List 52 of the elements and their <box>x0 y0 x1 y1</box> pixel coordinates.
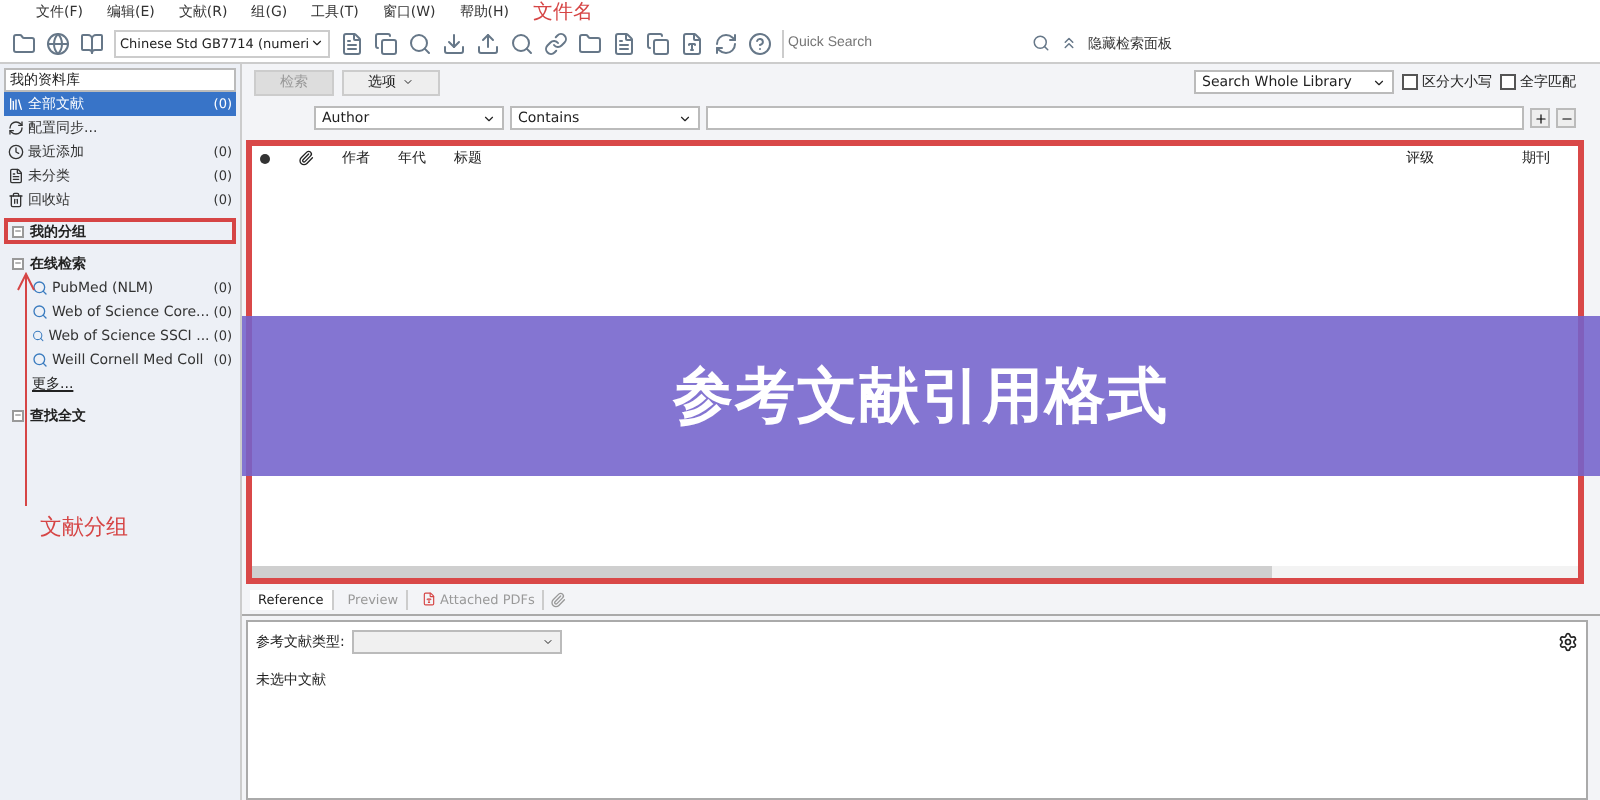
folder-icon[interactable] <box>578 31 602 55</box>
collapse-icon[interactable] <box>12 257 24 269</box>
annotation-label: 文献分组 <box>40 512 128 542</box>
title-banner: 参考文献引用格式 <box>242 316 1600 476</box>
plus-icon <box>1533 111 1547 125</box>
caret-icon <box>542 636 555 648</box>
minus-icon <box>14 226 22 236</box>
collapse-icon[interactable] <box>12 225 24 237</box>
paperclip-icon[interactable] <box>550 591 567 607</box>
search-icon[interactable] <box>408 31 432 55</box>
document-icon[interactable] <box>340 31 364 55</box>
paperclip-icon <box>298 150 314 166</box>
search-icon[interactable] <box>1032 34 1050 52</box>
minus-icon <box>14 410 22 420</box>
download-icon[interactable] <box>442 31 466 55</box>
caret-icon <box>1372 75 1386 89</box>
annotation-label: 文件名 <box>532 0 593 26</box>
pdf-icon <box>422 592 437 606</box>
add-button[interactable] <box>1530 108 1550 128</box>
library-icon <box>8 96 24 112</box>
search-icon <box>32 304 48 320</box>
caret-icon <box>310 36 324 50</box>
folder-icon[interactable] <box>12 31 36 55</box>
settings-icon[interactable] <box>1558 632 1578 652</box>
document-icon <box>8 168 24 184</box>
search-term-field[interactable] <box>706 106 1524 130</box>
caret-icon <box>482 111 496 125</box>
minus-icon <box>14 258 22 268</box>
search-icon[interactable] <box>510 31 534 55</box>
search-icon <box>32 280 48 296</box>
search-icon <box>32 328 45 344</box>
dot-icon <box>260 153 270 163</box>
collapse-icon[interactable] <box>1060 34 1078 52</box>
remove-button[interactable] <box>1556 108 1576 128</box>
document-icon[interactable] <box>374 31 398 55</box>
book-icon[interactable] <box>80 31 104 55</box>
scrollbar-thumb[interactable] <box>252 566 1272 578</box>
document-icon[interactable] <box>612 31 636 55</box>
document-icon[interactable] <box>646 31 670 55</box>
globe-icon[interactable] <box>46 31 70 55</box>
document-icon[interactable] <box>680 31 704 55</box>
trash-icon <box>8 192 24 208</box>
help-icon[interactable] <box>748 31 772 55</box>
caret-icon <box>402 76 414 88</box>
clock-icon <box>8 144 24 160</box>
collapse-icon[interactable] <box>12 409 24 421</box>
refresh-icon[interactable] <box>714 31 738 55</box>
link-icon[interactable] <box>544 31 568 55</box>
caret-icon <box>678 111 692 125</box>
upload-icon[interactable] <box>476 31 500 55</box>
search-icon <box>32 352 48 368</box>
refresh-icon <box>8 120 24 136</box>
